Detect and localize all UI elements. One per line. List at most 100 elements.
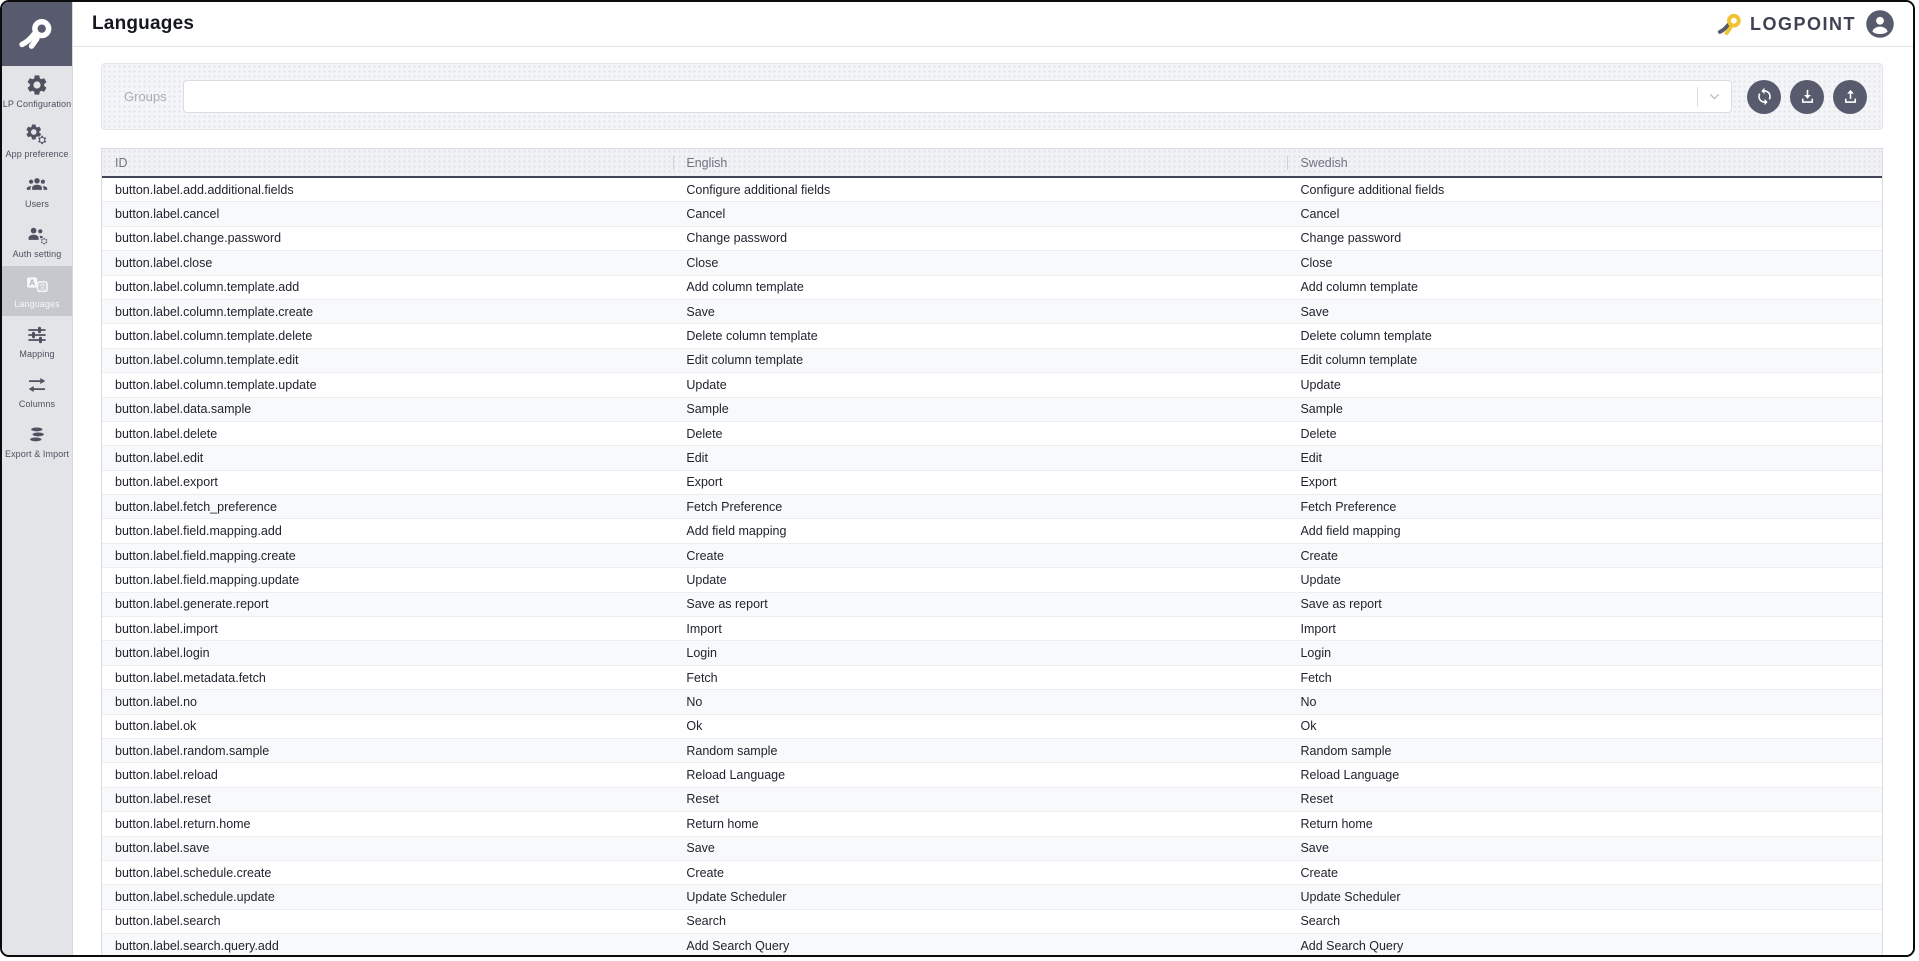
table-row[interactable]: button.label.no No No xyxy=(102,690,1882,714)
app-header: Languages LOGPOINT xyxy=(73,2,1913,47)
cell-english: Update Scheduler xyxy=(673,890,1287,904)
download-button[interactable] xyxy=(1790,80,1824,114)
cell-swedish: Delete column template xyxy=(1287,329,1882,343)
table-row[interactable]: button.label.return.home Return home Ret… xyxy=(102,812,1882,836)
cell-english: Update xyxy=(673,378,1287,392)
logpoint-logo: LOGPOINT xyxy=(1717,11,1856,38)
table-row[interactable]: button.label.column.template.add Add col… xyxy=(102,276,1882,300)
cell-english: Create xyxy=(673,549,1287,563)
sidebar-item-mapping[interactable]: Mapping xyxy=(2,316,72,366)
cell-english: Reload Language xyxy=(673,768,1287,782)
app-window: LP Configuration App preference Users Au… xyxy=(0,0,1915,957)
table-row[interactable]: button.label.generate.report Save as rep… xyxy=(102,593,1882,617)
cell-english: Delete column template xyxy=(673,329,1287,343)
table-row[interactable]: button.label.add.additional.fields Confi… xyxy=(102,178,1882,202)
upload-button[interactable] xyxy=(1833,80,1867,114)
sidebar-nav: LP Configuration App preference Users Au… xyxy=(2,66,72,466)
table-row[interactable]: button.label.import Import Import xyxy=(102,617,1882,641)
cell-english: Search xyxy=(673,914,1287,928)
table-row[interactable]: button.label.schedule.create Create Crea… xyxy=(102,861,1882,885)
languages-table: ID English Swedish button.label.add.addi… xyxy=(101,148,1883,957)
cell-id: button.label.import xyxy=(102,622,673,636)
cell-id: button.label.add.additional.fields xyxy=(102,183,673,197)
table-row[interactable]: button.label.schedule.update Update Sche… xyxy=(102,885,1882,909)
cell-english: Update xyxy=(673,573,1287,587)
table-row[interactable]: button.label.field.mapping.create Create… xyxy=(102,544,1882,568)
user-icon xyxy=(1865,9,1895,39)
sidebar-item-lp-configuration[interactable]: LP Configuration xyxy=(2,66,72,116)
translate-icon: A文 xyxy=(25,273,49,297)
table-row[interactable]: button.label.cancel Cancel Cancel xyxy=(102,202,1882,226)
cell-id: button.label.metadata.fetch xyxy=(102,671,673,685)
sidebar-logo[interactable] xyxy=(2,2,72,66)
cell-id: button.label.return.home xyxy=(102,817,673,831)
table-row[interactable]: button.label.edit Edit Edit xyxy=(102,446,1882,470)
table-body: button.label.add.additional.fields Confi… xyxy=(102,178,1882,957)
swap-arrows-icon xyxy=(25,373,49,397)
cell-id: button.label.delete xyxy=(102,427,673,441)
sidebar-item-users[interactable]: Users xyxy=(2,166,72,216)
table-row[interactable]: button.label.column.template.edit Edit c… xyxy=(102,349,1882,373)
table-row[interactable]: button.label.field.mapping.update Update… xyxy=(102,568,1882,592)
table-row[interactable]: button.label.login Login Login xyxy=(102,641,1882,665)
cell-swedish: Add field mapping xyxy=(1287,524,1882,538)
users-gear-icon xyxy=(25,223,49,247)
users-icon xyxy=(25,173,49,197)
table-row[interactable]: button.label.data.sample Sample Sample xyxy=(102,398,1882,422)
cell-swedish: Update xyxy=(1287,573,1882,587)
cell-swedish: Cancel xyxy=(1287,207,1882,221)
table-row[interactable]: button.label.delete Delete Delete xyxy=(102,422,1882,446)
table-row[interactable]: button.label.change.password Change pass… xyxy=(102,227,1882,251)
column-header-id: ID xyxy=(102,149,673,176)
cell-english: Reset xyxy=(673,792,1287,806)
cell-swedish: Reset xyxy=(1287,792,1882,806)
cell-swedish: Change password xyxy=(1287,231,1882,245)
cell-english: Add column template xyxy=(673,280,1287,294)
cell-swedish: Search xyxy=(1287,914,1882,928)
cell-swedish: Fetch Preference xyxy=(1287,500,1882,514)
gear-icon xyxy=(25,73,49,97)
refresh-button[interactable] xyxy=(1747,80,1781,114)
table-row[interactable]: button.label.reload Reload Language Relo… xyxy=(102,763,1882,787)
sidebar-item-auth-setting[interactable]: Auth setting xyxy=(2,216,72,266)
sidebar: LP Configuration App preference Users Au… xyxy=(2,2,73,955)
table-row[interactable]: button.label.column.template.create Save… xyxy=(102,300,1882,324)
table-row[interactable]: button.label.ok Ok Ok xyxy=(102,715,1882,739)
sidebar-item-languages[interactable]: A文 Languages xyxy=(2,266,72,316)
table-row[interactable]: button.label.column.template.delete Dele… xyxy=(102,324,1882,348)
table-row[interactable]: button.label.reset Reset Reset xyxy=(102,788,1882,812)
table-row[interactable]: button.label.fetch_preference Fetch Pref… xyxy=(102,495,1882,519)
sidebar-item-app-preference[interactable]: App preference xyxy=(2,116,72,166)
table-row[interactable]: button.label.close Close Close xyxy=(102,251,1882,275)
sliders-icon xyxy=(25,323,49,347)
cell-id: button.label.field.mapping.add xyxy=(102,524,673,538)
sidebar-item-columns[interactable]: Columns xyxy=(2,366,72,416)
table-row[interactable]: button.label.search.query.add Add Search… xyxy=(102,934,1882,957)
cell-id: button.label.login xyxy=(102,646,673,660)
table-row[interactable]: button.label.search Search Search xyxy=(102,910,1882,934)
table-row[interactable]: button.label.save Save Save xyxy=(102,837,1882,861)
cell-id: button.label.search xyxy=(102,914,673,928)
cell-swedish: Delete xyxy=(1287,427,1882,441)
cell-id: button.label.edit xyxy=(102,451,673,465)
cell-id: button.label.random.sample xyxy=(102,744,673,758)
cell-id: button.label.schedule.create xyxy=(102,866,673,880)
groups-select[interactable] xyxy=(183,80,1732,113)
cell-id: button.label.column.template.create xyxy=(102,305,673,319)
user-avatar-button[interactable] xyxy=(1865,9,1895,39)
table-row[interactable]: button.label.export Export Export xyxy=(102,471,1882,495)
cell-english: Save as report xyxy=(673,597,1287,611)
cell-swedish: Configure additional fields xyxy=(1287,183,1882,197)
cell-swedish: Save xyxy=(1287,305,1882,319)
cell-english: Fetch xyxy=(673,671,1287,685)
table-row[interactable]: button.label.metadata.fetch Fetch Fetch xyxy=(102,666,1882,690)
brand-text: LOGPOINT xyxy=(1750,14,1856,35)
database-icon xyxy=(25,423,49,447)
table-row[interactable]: button.label.column.template.update Upda… xyxy=(102,373,1882,397)
sidebar-item-export-import[interactable]: Export & Import xyxy=(2,416,72,466)
select-divider xyxy=(1697,87,1698,107)
table-row[interactable]: button.label.random.sample Random sample… xyxy=(102,739,1882,763)
cell-id: button.label.ok xyxy=(102,719,673,733)
table-row[interactable]: button.label.field.mapping.add Add field… xyxy=(102,519,1882,543)
cell-english: Edit column template xyxy=(673,353,1287,367)
